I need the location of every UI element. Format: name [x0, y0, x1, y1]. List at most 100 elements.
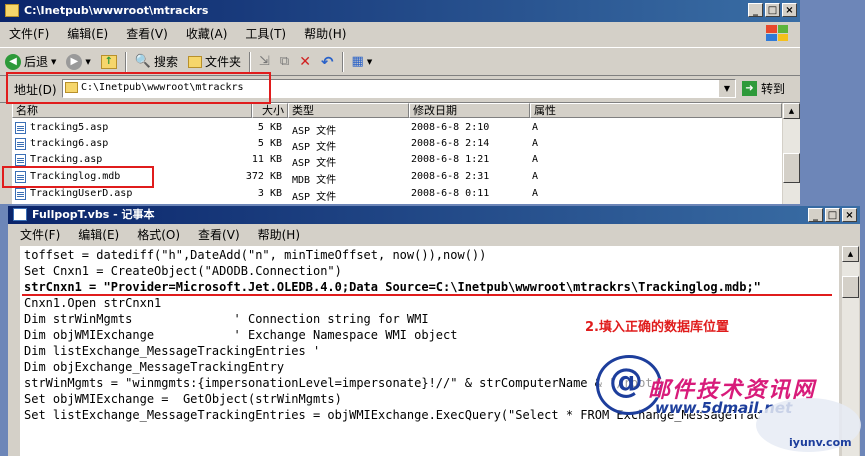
code-line: Dim objWMIExchange ' Exchange Namespace … — [24, 328, 458, 342]
file-row[interactable]: tracking6.asp 5 KB ASP 文件 2008-6-8 2:14 … — [12, 136, 782, 153]
menu-view[interactable]: 查看(V) — [189, 226, 249, 243]
menu-file[interactable]: 文件(F) — [0, 25, 58, 42]
chevron-down-icon: ▼ — [85, 57, 91, 66]
column-header-type[interactable]: 类型 — [288, 103, 409, 118]
explorer-titlebar[interactable]: C:\Inetpub\wwwroot\mtrackrs _ □ × — [0, 0, 800, 22]
folders-button[interactable]: 文件夹 — [183, 51, 246, 73]
address-dropdown-button[interactable]: ▼ — [718, 80, 735, 97]
code-line: strWinMgmts = "winmgmts:{impersonationLe… — [24, 376, 660, 390]
menu-help[interactable]: 帮助(H) — [249, 226, 309, 243]
file-type: ASP 文件 — [292, 158, 337, 169]
chevron-down-icon: ▼ — [51, 57, 57, 66]
menu-edit[interactable]: 编辑(E) — [69, 226, 128, 243]
file-type: ASP 文件 — [292, 126, 337, 137]
corner-watermark-text: iyunv.com — [789, 436, 852, 449]
close-button[interactable]: × — [782, 3, 797, 17]
toolbar-separator — [124, 51, 127, 72]
notepad-text-area[interactable]: toffset = datediff("h",DateAdd("n", minT… — [20, 246, 839, 456]
go-label: 转到 — [761, 82, 786, 96]
move-to-button[interactable]: ⇲ — [254, 51, 275, 73]
file-list-scrollbar[interactable]: ▲ — [783, 103, 800, 204]
go-button[interactable]: ➜ 转到 — [742, 79, 796, 98]
delete-icon: ✕ — [299, 53, 311, 70]
menu-format[interactable]: 格式(O) — [128, 226, 189, 243]
back-arrow-icon: ◀ — [5, 53, 21, 70]
scroll-up-button[interactable]: ▲ — [842, 246, 859, 262]
views-button[interactable]: ▦ ▼ — [347, 51, 378, 73]
column-header-attributes[interactable]: 属性 — [530, 103, 782, 118]
code-line: Set listExchange_MessageTrackingEntries … — [24, 408, 761, 422]
folder-icon — [188, 55, 202, 68]
code-line: toffset = datediff("h",DateAdd("n", minT… — [24, 248, 487, 262]
undo-button[interactable]: ↶ — [316, 51, 339, 73]
asp-file-icon — [15, 138, 26, 150]
file-modified: 2008-6-8 0:11 — [411, 188, 490, 199]
maximize-button[interactable]: □ — [825, 208, 840, 222]
file-name: tracking6.asp — [30, 138, 109, 149]
code-line: Dim strWinMgmts ' Connection string for … — [24, 312, 429, 326]
mdb-file-highlight-box — [2, 166, 154, 188]
column-header-size[interactable]: 大小 — [252, 103, 288, 118]
file-name: TrackingUserD.asp — [30, 188, 133, 199]
menu-tools[interactable]: 工具(T) — [236, 25, 295, 42]
column-header-name[interactable]: 名称 — [12, 103, 252, 118]
file-attr: A — [532, 122, 539, 133]
search-icon: 🔍 — [134, 54, 151, 69]
scroll-thumb[interactable] — [842, 276, 859, 298]
toolbar-separator — [249, 51, 252, 72]
file-row[interactable]: tracking5.asp 5 KB ASP 文件 2008-6-8 2:10 … — [12, 120, 782, 137]
file-row[interactable]: TrackingUserD.asp 3 KB ASP 文件 2008-6-8 0… — [12, 186, 782, 203]
search-button[interactable]: 🔍 搜索 — [130, 51, 183, 73]
back-button[interactable]: ◀ 后退 ▼ — [0, 51, 61, 73]
file-modified: 2008-6-8 2:10 — [411, 122, 490, 133]
file-list[interactable]: 名称 大小 类型 修改日期 属性 tracking5.asp 5 KB ASP … — [12, 103, 782, 204]
minimize-button[interactable]: _ — [748, 3, 763, 17]
file-attr: A — [532, 154, 539, 165]
file-name: tracking5.asp — [30, 122, 109, 133]
code-line-connection-string: strCnxn1 = "Provider=Microsoft.Jet.OLEDB… — [24, 280, 761, 294]
file-type: ASP 文件 — [292, 192, 337, 203]
views-grid-icon: ▦ — [351, 54, 364, 69]
file-modified: 2008-6-8 2:14 — [411, 138, 490, 149]
close-button[interactable]: × — [842, 208, 857, 222]
forward-button[interactable]: ▶ ▼ — [61, 51, 95, 73]
copy-to-button[interactable]: ⧉ — [275, 51, 294, 73]
file-size: 11 KB — [251, 154, 282, 165]
instruction-annotation: 2.填入正确的数据库位置 — [585, 320, 729, 335]
scroll-thumb[interactable] — [783, 153, 800, 183]
menu-view[interactable]: 查看(V) — [117, 25, 177, 42]
up-folder-button[interactable]: ↑ — [96, 51, 122, 73]
file-size: 372 KB — [245, 171, 282, 182]
at-sign-icon: @ — [609, 361, 643, 401]
notepad-titlebar[interactable]: FullpopT.vbs - 记事本 _ □ × — [8, 206, 860, 224]
menu-favorites[interactable]: 收藏(A) — [177, 25, 237, 42]
search-label: 搜索 — [153, 55, 178, 69]
delete-button[interactable]: ✕ — [294, 51, 316, 73]
file-size: 5 KB — [257, 122, 282, 133]
code-line: Set Cnxn1 = CreateObject("ADODB.Connecti… — [24, 264, 342, 278]
code-line: Dim objExchange_MessageTrackingEntry — [24, 360, 285, 374]
file-attr: A — [532, 188, 539, 199]
forward-arrow-icon: ▶ — [66, 53, 83, 70]
folder-icon — [5, 4, 19, 17]
file-modified: 2008-6-8 1:21 — [411, 154, 490, 165]
column-header-modified[interactable]: 修改日期 — [409, 103, 530, 118]
windows-logo-icon — [766, 25, 788, 41]
back-label: 后退 — [24, 55, 49, 69]
file-attr: A — [532, 138, 539, 149]
minimize-button[interactable]: _ — [808, 208, 823, 222]
asp-file-icon — [15, 188, 26, 200]
file-name: Tracking.asp — [30, 154, 103, 165]
menu-edit[interactable]: 编辑(E) — [58, 25, 117, 42]
notepad-menubar: 文件(F) 编辑(E) 格式(O) 查看(V) 帮助(H) — [8, 224, 860, 244]
move-to-icon: ⇲ — [259, 54, 270, 69]
maximize-button[interactable]: □ — [765, 3, 780, 17]
file-attr: A — [532, 171, 539, 182]
go-arrow-icon: ➜ — [742, 81, 757, 96]
scroll-up-button[interactable]: ▲ — [783, 103, 800, 119]
file-size: 3 KB — [257, 188, 282, 199]
menu-help[interactable]: 帮助(H) — [295, 25, 355, 42]
menu-file[interactable]: 文件(F) — [8, 226, 69, 243]
notepad-icon — [13, 208, 27, 221]
folders-label: 文件夹 — [205, 55, 242, 69]
